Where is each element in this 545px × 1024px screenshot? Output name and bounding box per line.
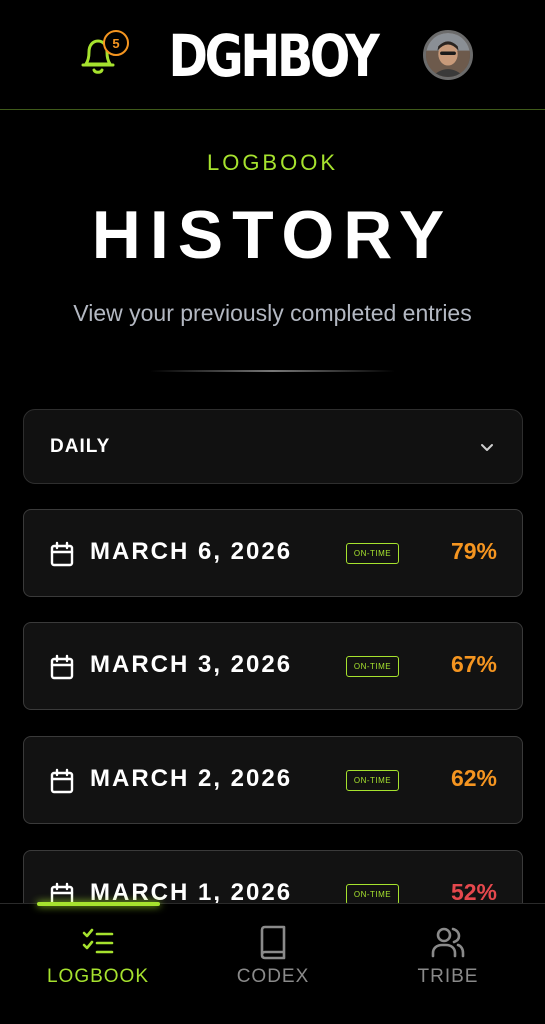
history-entry[interactable]: MARCH 3, 2026 ON-TIME 67% <box>23 622 523 710</box>
nav-label-codex: CODEX <box>236 966 310 987</box>
nav-item-tribe[interactable]: TRIBE <box>373 924 523 1004</box>
chevron-down-icon <box>481 444 493 451</box>
users-icon <box>431 927 465 958</box>
avatar[interactable] <box>423 30 473 80</box>
entry-date: MARCH 3, 2026 <box>90 651 293 678</box>
app-header: 5 DGHBOY <box>0 0 545 110</box>
active-tab-indicator <box>37 902 160 906</box>
book-icon <box>260 925 286 960</box>
period-select[interactable]: DAILY <box>23 409 523 484</box>
page-title: HISTORY <box>91 197 454 273</box>
status-badge: ON-TIME <box>346 656 399 677</box>
app-logo[interactable]: DGHBOY <box>168 16 379 96</box>
nav-item-logbook[interactable]: LOGBOOK <box>23 924 173 1004</box>
bottom-nav: LOGBOOK CODEX TRIBE <box>0 902 545 1024</box>
section-eyebrow: LOGBOOK <box>206 150 339 175</box>
divider <box>150 370 395 372</box>
page-subtitle: View your previously completed entries <box>73 300 472 326</box>
entry-date: MARCH 2, 2026 <box>90 765 293 792</box>
avatar-image <box>426 33 470 77</box>
history-entry[interactable]: MARCH 6, 2026 ON-TIME 79% <box>23 509 523 597</box>
entry-date: MARCH 6, 2026 <box>90 538 293 565</box>
calendar-icon <box>50 654 74 680</box>
nav-label-tribe: TRIBE <box>417 966 479 987</box>
nav-label-logbook: LOGBOOK <box>46 966 150 987</box>
calendar-icon <box>50 541 74 567</box>
status-badge: ON-TIME <box>346 884 399 905</box>
history-entry[interactable]: MARCH 2, 2026 ON-TIME 62% <box>23 736 523 824</box>
calendar-icon <box>50 768 74 794</box>
status-badge: ON-TIME <box>346 770 399 791</box>
checklist-icon <box>82 928 114 954</box>
entry-percent: 52% <box>450 879 497 905</box>
nav-item-codex[interactable]: CODEX <box>198 924 348 1004</box>
entry-percent: 79% <box>450 538 497 564</box>
status-badge: ON-TIME <box>346 543 399 564</box>
entry-percent: 62% <box>450 765 497 791</box>
notification-count-badge: 5 <box>103 30 129 56</box>
entry-percent: 67% <box>450 651 497 677</box>
period-select-value: DAILY <box>50 436 111 457</box>
